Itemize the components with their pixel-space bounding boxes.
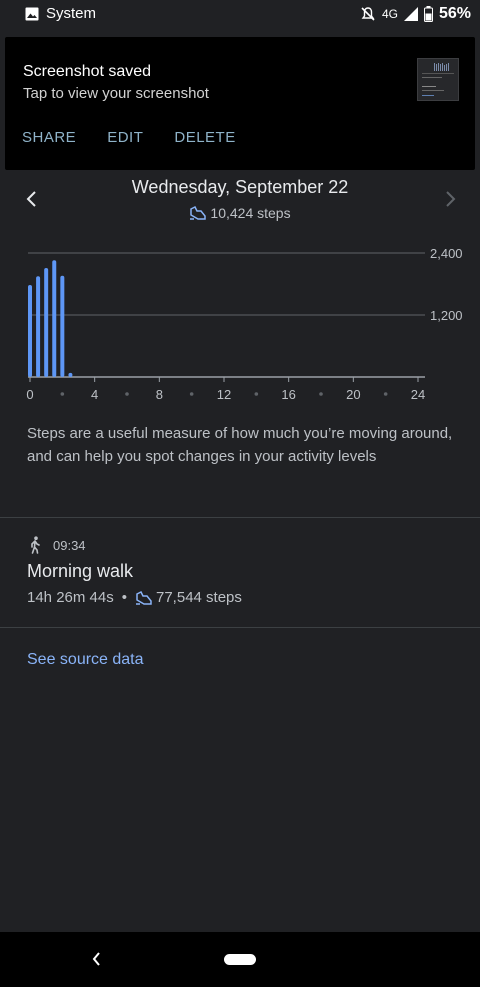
daily-steps-value: 10,424 steps [210,205,291,221]
x-minor-dot [319,392,323,396]
status-bar: System 4G 56% [0,0,480,30]
notification-app-label: System [46,5,97,22]
y-tick-label: 1,200 [430,308,463,323]
x-minor-dot [125,392,129,396]
navigation-bar [0,932,480,987]
x-minor-dot [254,392,259,396]
session-title[interactable]: Morning walk [27,561,133,582]
divider [0,627,480,628]
date-title: Wednesday, September 22 [131,177,349,197]
y-tick-label: 2,400 [430,246,463,261]
session-time: 09:34 [53,537,86,553]
x-tick-label: 24 [411,387,425,402]
chart-bar [68,372,73,377]
home-button[interactable] [224,954,256,965]
session-details: 14h 26m 44s • 77,544 steps [27,589,242,606]
status-icons: 4G 56% [360,5,471,23]
battery-icon [423,6,433,22]
back-icon[interactable] [88,950,106,968]
network-type: 4G [381,7,398,21]
chart-bar [28,285,32,377]
chart-bar [52,260,57,377]
edit-button[interactable]: EDIT [107,129,143,146]
x-tick-label: 8 [156,387,163,402]
see-source-data-link[interactable]: See source data [27,651,144,669]
battery-percentage: 56% [438,5,471,22]
chart-bar [60,275,65,377]
image-icon [25,7,39,21]
share-button[interactable]: SHARE [22,129,76,146]
screenshot-thumbnail[interactable] [417,58,459,101]
chart-bar [36,276,41,377]
meta-separator: • [121,589,127,606]
notification-subtitle: Tap to view your screenshot [23,85,209,102]
steps-icon [136,590,152,605]
x-minor-dot [383,392,388,396]
session-steps: 77,544 steps [156,589,242,606]
daily-steps: 10,424 steps [0,205,480,223]
notification-actions: SHARE EDIT DELETE [22,129,236,146]
walking-icon [31,536,40,554]
do-not-disturb-icon [361,7,375,21]
notification-title: Screenshot saved [23,63,152,80]
x-tick-label: 12 [217,387,231,402]
x-tick-label: 20 [346,387,360,402]
x-tick-label: 0 [26,387,33,402]
steps-icon [190,206,207,220]
x-tick-label: 4 [91,387,98,402]
session-start: 09:34 [27,536,86,554]
x-tick-label: 16 [281,387,295,402]
signal-icon [403,7,418,21]
x-minor-dot [60,392,65,396]
divider [0,517,480,518]
screenshot-notification[interactable]: Screenshot saved Tap to view your screen… [5,37,475,170]
steps-bar-chart: 1,200 2,400 0 4 8 12 16 20 24 [26,246,463,402]
x-minor-dot [189,392,194,396]
chart-bar [44,267,49,377]
steps-description: Steps are a useful measure of how much y… [27,425,453,465]
delete-button[interactable]: DELETE [174,129,235,146]
session-duration: 14h 26m 44s [27,589,114,606]
